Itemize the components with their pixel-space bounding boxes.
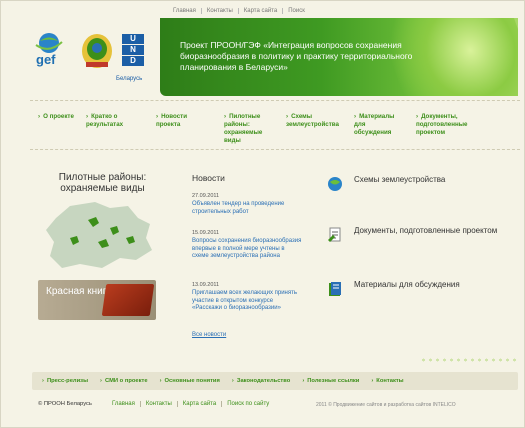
bottom-nav: Главная Контакты Карта сайта Поиск по са… [112, 401, 274, 407]
gef-logo-text: gef [36, 52, 56, 67]
undp-logo-letter: N [122, 45, 144, 55]
header-banner: Проект ПРООН/ГЭФ «Интеграция вопросов со… [160, 18, 518, 96]
footer-nav-contacts[interactable]: Контакты [371, 378, 403, 384]
news-link[interactable]: Приглашаем всех желающих принять участие… [192, 290, 302, 313]
bottom-nav-search[interactable]: Поиск по сайту [221, 401, 274, 407]
copyright: © ПРООН Беларусь [38, 401, 92, 407]
undp-caption: Беларусь [116, 76, 143, 82]
news-link[interactable]: Вопросы сохранения биоразнообразия вперв… [192, 238, 302, 261]
news-item: 15.09.2011 Вопросы сохранения биоразнооб… [192, 230, 302, 261]
banner-title: Проект ПРООН/ГЭФ «Интеграция вопросов со… [180, 40, 413, 72]
bottom-nav-home[interactable]: Главная [112, 401, 140, 407]
dot-divider [420, 357, 518, 363]
nav-pilot-districts[interactable]: Пилотные районы: охраняемые виды [224, 113, 270, 145]
bottom-nav-contacts[interactable]: Контакты [139, 401, 177, 407]
documents-link[interactable]: Документы, подготовленные проектом [326, 226, 497, 244]
undp-logo-letter: D [122, 56, 144, 66]
right-item-label: Документы, подготовленные проектом [354, 226, 498, 235]
footer-nav-press[interactable]: Пресс-релизы [42, 378, 88, 384]
nav-results[interactable]: Кратко о результатах [86, 113, 134, 129]
belarus-emblem-icon [82, 34, 112, 68]
nav-land-schemes[interactable]: Схемы землеустройства [286, 113, 339, 129]
undp-logo: U N D [122, 34, 144, 74]
news-heading: Новости [192, 173, 225, 183]
nav-documents[interactable]: Документы, подготовленные проектом [416, 113, 476, 137]
right-item-label: Схемы землеустройства [354, 175, 446, 184]
discussion-materials-link[interactable]: Материалы для обсуждения [326, 280, 460, 298]
footer-nav: Пресс-релизы СМИ о проекте Основные поня… [32, 372, 518, 390]
document-icon [328, 227, 341, 242]
footer-nav-legislation[interactable]: Законодательство [232, 378, 291, 384]
news-date: 15.09.2011 [192, 230, 220, 236]
footer-nav-media[interactable]: СМИ о проекте [100, 378, 148, 384]
undp-logo-letter: U [122, 34, 144, 44]
nav-discussion[interactable]: Материалы для обсуждения [354, 113, 396, 137]
nav-about[interactable]: О проекте [38, 113, 78, 121]
belarus-map[interactable] [40, 198, 160, 274]
globe-icon [328, 177, 342, 191]
top-nav-search[interactable]: Поиск [282, 8, 310, 14]
news-date: 13.09.2011 [192, 282, 220, 288]
news-link[interactable]: Объявлен тендер на проведение строительн… [192, 201, 302, 216]
all-news-link[interactable]: Все новости [192, 332, 226, 338]
news-item: 27.09.2011 Объявлен тендер на проведение… [192, 193, 302, 216]
top-nav-contacts[interactable]: Контакты [200, 8, 238, 14]
book-icon [329, 282, 341, 296]
land-schemes-link[interactable]: Схемы землеустройства [326, 175, 445, 193]
developer-credit[interactable]: 2011 © Продвижение сайтов и разработка с… [316, 402, 456, 408]
logo-group: gef U N D Беларусь [30, 30, 155, 85]
news-date: 27.09.2011 [192, 193, 220, 199]
footer-nav-concepts[interactable]: Основные понятия [160, 378, 220, 384]
red-book-icon [101, 284, 155, 316]
pilot-districts-title[interactable]: Пилотные районы: охраняемые виды [40, 172, 165, 194]
red-book-banner[interactable]: Красная книга [38, 280, 156, 320]
main-nav: О проекте Кратко о результатах Новости п… [30, 100, 520, 150]
bottom-nav-sitemap[interactable]: Карта сайта [176, 401, 221, 407]
nav-news[interactable]: Новости проекта [156, 113, 196, 129]
right-item-label: Материалы для обсуждения [354, 280, 460, 289]
red-book-label: Красная книга [46, 286, 112, 297]
top-nav: Главная Контакты Карта сайта Поиск [168, 8, 310, 14]
top-nav-home[interactable]: Главная [168, 8, 201, 14]
top-nav-sitemap[interactable]: Карта сайта [237, 8, 282, 14]
news-item: 13.09.2011 Приглашаем всех желающих прин… [192, 282, 302, 313]
footer-nav-links[interactable]: Полезные ссылки [302, 378, 359, 384]
